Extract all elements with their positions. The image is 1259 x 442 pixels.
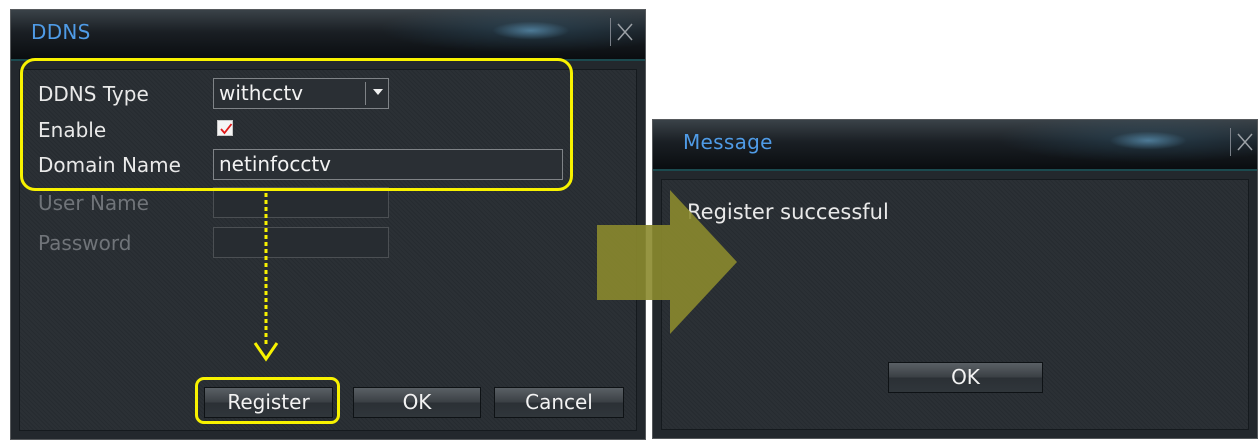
right-arrow-icon (597, 190, 737, 334)
down-arrow-icon (253, 342, 279, 362)
annotation-overlay (253, 190, 737, 362)
